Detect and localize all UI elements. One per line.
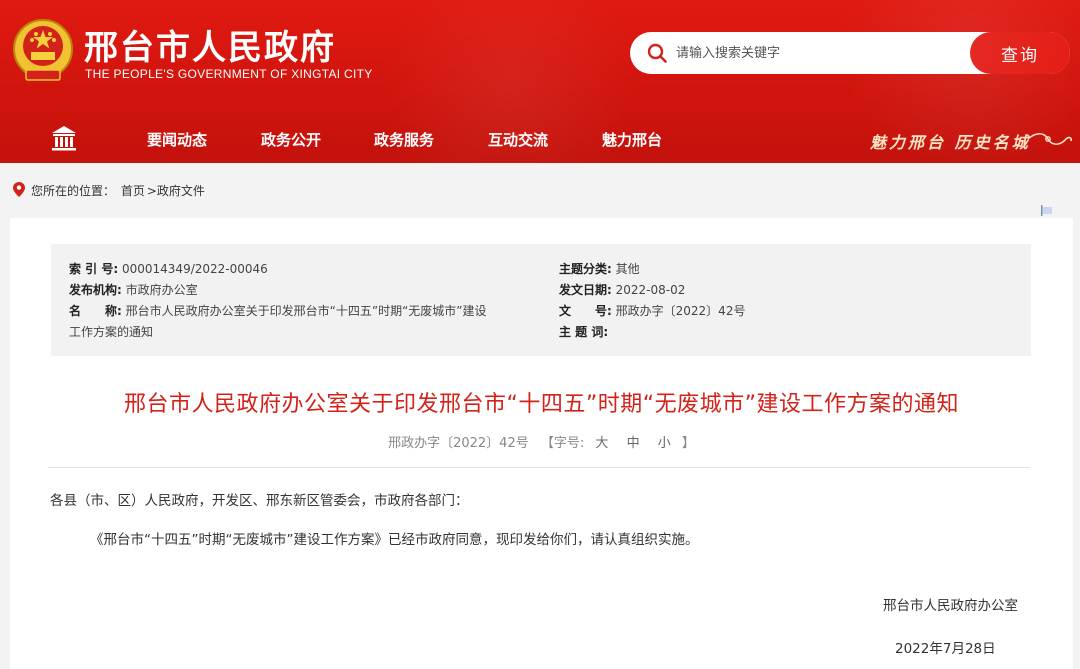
font-size-close: 】 [681,436,695,451]
document-number: 邢政办字〔2022〕42号 [388,436,529,451]
flag-icon [1041,205,1052,216]
site-subtitle: THE PEOPLE'S GOVERNMENT OF XINGTAI CITY [85,67,373,81]
meta-keywords: 主 题 词: [559,325,609,339]
breadcrumb-bar: 您所在的位置： 首页 >政府文件 [0,163,1080,217]
meta-doc-number: 文 号: 邢政办字〔2022〕42号 [559,304,746,318]
national-emblem-icon[interactable] [12,18,74,84]
font-size-small-button[interactable]: 小 [658,436,671,451]
swirl-ornament-icon [1027,132,1072,146]
search-button[interactable]: 查询 [970,32,1070,74]
document-title: 邢台市人民政府办公室关于印发邢台市“十四五”时期“无废城市”建设工作方案的通知 [123,392,960,417]
breadcrumb-prefix: 您所在的位置： [31,184,116,198]
document-metadata: 索 引 号: 000014349/2022-00046 主题分类: 其他 发布机… [51,244,1031,356]
search-box: 查询 [630,32,1070,74]
meta-name: 名 称: 邢台市人民政府办公室关于印发邢台市“十四五”时期“无废城市”建设 [69,304,487,318]
document-date: 2022年7月28日 [895,641,996,657]
meta-org: 发布机构: 市政府办公室 [69,283,198,297]
slogan: 魅力邢台 历史名城 [870,133,1031,152]
document-card: 索 引 号: 000014349/2022-00046 主题分类: 其他 发布机… [10,218,1073,669]
font-size-medium-button[interactable]: 中 [627,436,640,451]
breadcrumb-home[interactable]: 首页 [121,184,145,198]
search-icon [647,43,667,63]
breadcrumb-current[interactable]: 政府文件 [157,184,205,198]
search-input[interactable] [676,38,956,68]
document-body: 《邢台市“十四五”时期“无废城市”建设工作方案》已经市政府同意，现印发给你们，请… [90,532,699,548]
document-subline: 邢政办字〔2022〕42号 【字号: 大 中 小 】 [10,432,1073,451]
site-header: 邢台市人民政府 THE PEOPLE'S GOVERNMENT OF XINGT… [0,0,1080,163]
main-nav: 要闻动态 政务公开 政务服务 互动交流 魅力邢台 魅力邢台 历史名城 [0,118,1080,163]
breadcrumb: 您所在的位置： 首页 >政府文件 [31,182,207,199]
meta-topic: 主题分类: 其他 [559,262,640,276]
nav-item-open-affairs[interactable]: 政务公开 [261,129,321,150]
font-size-label: 【字号: [540,436,585,451]
nav-item-news[interactable]: 要闻动态 [147,129,207,150]
meta-name-continued: 工作方案的通知 [69,325,154,339]
document-signer: 邢台市人民政府办公室 [883,598,1018,614]
nav-item-services[interactable]: 政务服务 [374,129,434,150]
divider [48,467,1030,468]
meta-date: 发文日期: 2022-08-02 [559,283,686,297]
meta-index: 索 引 号: 000014349/2022-00046 [69,262,268,276]
site-title[interactable]: 邢台市人民政府 [84,20,336,69]
nav-item-charm-xingtai[interactable]: 魅力邢台 [602,129,662,150]
location-pin-icon [13,182,25,197]
home-icon[interactable] [50,124,78,152]
document-salutation: 各县（市、区）人民政府，开发区、邢东新区管委会，市政府各部门： [50,493,469,509]
nav-item-interaction[interactable]: 互动交流 [488,129,548,150]
font-size-large-button[interactable]: 大 [595,436,608,451]
breadcrumb-separator: > [146,184,157,198]
